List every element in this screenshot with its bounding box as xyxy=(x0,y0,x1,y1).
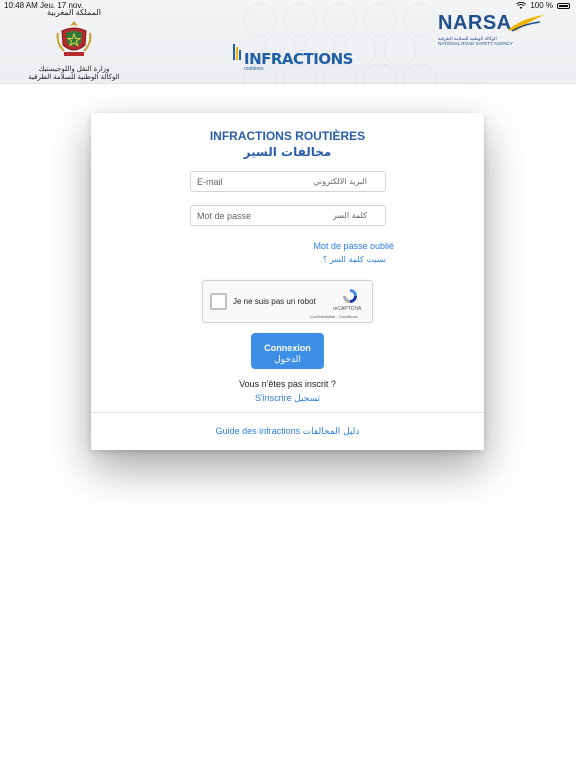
register-link[interactable]: S'inscrire تسجيل xyxy=(91,393,484,404)
connexion-label: Connexion xyxy=(264,343,311,353)
wifi-icon xyxy=(516,2,527,10)
recaptcha-label: Je ne suis pas un robot xyxy=(233,297,316,306)
app-header: المملكة المغربية وزارة النقل واللوجيستيك… xyxy=(0,0,576,84)
narsa-logo: NARSA الوكالة الوطنية للسلامة الطرقية NA… xyxy=(436,12,556,56)
register-label: S'inscrire xyxy=(254,393,292,403)
email-field[interactable]: البريد الالكتروني xyxy=(190,171,386,192)
login-title: INFRACTIONS ROUTIÈRES xyxy=(209,129,366,143)
login-card: INFRACTIONS ROUTIÈRES مخالفات السير البر… xyxy=(91,113,484,450)
not-registered-text: Vous n'êtes pas inscrit ? xyxy=(239,379,336,389)
recaptcha-terms: Confidentialité - Conditions xyxy=(310,314,358,319)
narsa-wing-icon xyxy=(508,15,544,32)
battery-icon xyxy=(557,3,570,9)
infractions-logo: INFRACTIONS routières xyxy=(232,42,353,72)
guide-label: Guide des infractions xyxy=(215,426,301,436)
infractions-logo-subtext: routières xyxy=(244,66,264,72)
infractions-mark-icon xyxy=(233,44,241,60)
recaptcha-logo-icon xyxy=(343,289,357,303)
narsa-subtitle-en: NATIONAL ROAD SAFETY AGENCY xyxy=(438,41,513,46)
guide-label-ar: دليل المخالفات xyxy=(302,427,360,437)
email-placeholder-ar: البريد الالكتروني xyxy=(313,177,367,186)
password-field[interactable]: كلمة السر xyxy=(190,205,386,226)
battery-percent: 100 % xyxy=(530,1,553,10)
recaptcha-brand: reCAPTCHA xyxy=(333,306,362,312)
guide-infractions-link[interactable]: Guide des infractions دليل المخالفات xyxy=(91,426,484,437)
recaptcha-widget: Je ne suis pas un robot reCAPTCHA Confid… xyxy=(202,280,373,323)
card-divider xyxy=(91,412,484,413)
forgot-password-link-ar[interactable]: نسيت كلمة السر ؟ xyxy=(323,255,386,264)
register-label-ar: تسجيل xyxy=(294,394,321,404)
password-placeholder-ar: كلمة السر xyxy=(332,211,367,220)
narsa-subtitle: الوكالة الوطنية للسلامة الطرقية NATIONAL… xyxy=(438,36,518,46)
agency-name: الوكالة الوطنية للسلامة الطرقية xyxy=(28,74,120,81)
ministry-name: وزارة النقل واللوجيستيك xyxy=(38,66,110,73)
status-time: 10:48 AM xyxy=(4,1,38,10)
status-right: 100 % xyxy=(516,0,570,12)
login-title-ar: مخالفات السير xyxy=(243,145,332,159)
connexion-button[interactable]: Connexion الدخول xyxy=(251,333,324,369)
status-date: Jeu. 17 nov. xyxy=(40,1,83,10)
connexion-label-ar: الدخول xyxy=(274,355,301,365)
status-bar: 10:48 AM Jeu. 17 nov. 100 % xyxy=(0,0,576,12)
moroccan-coat-of-arms-icon xyxy=(56,21,92,56)
forgot-password-link[interactable]: Mot de passe oublié xyxy=(313,241,394,251)
ministry-logo: المملكة المغربية وزارة النقل واللوجيستيك… xyxy=(24,8,124,82)
recaptcha-checkbox[interactable] xyxy=(210,293,227,310)
narsa-logo-text: NARSA xyxy=(438,12,512,34)
